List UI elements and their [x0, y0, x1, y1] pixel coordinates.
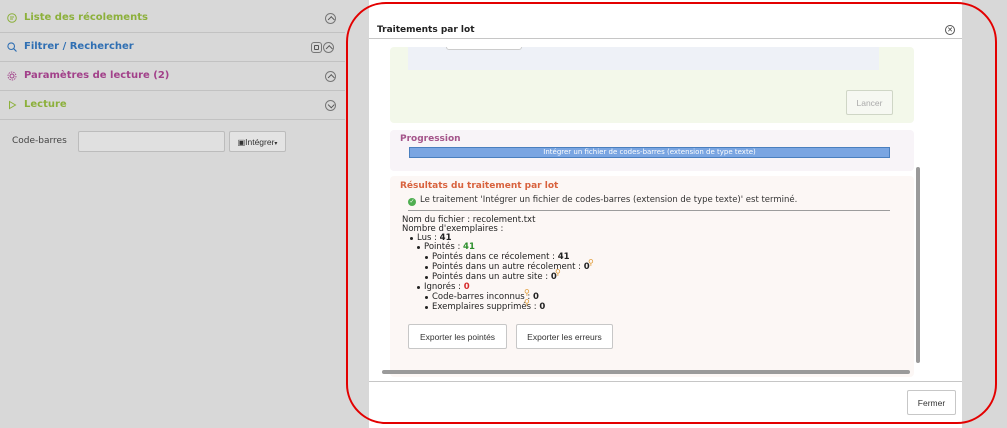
chevron-up-icon[interactable] [325, 71, 336, 82]
ignores-value: 0 [463, 282, 470, 292]
lancer-button[interactable]: Lancer [846, 90, 893, 115]
chevron-up-icon[interactable] [325, 13, 336, 24]
filter-toggle-icon[interactable] [311, 42, 322, 53]
exemplaires-supprimes-label: Exemplaires supprimés : [432, 302, 537, 312]
modal-footer: Fermer [369, 381, 962, 419]
accordion-parametres-lecture[interactable]: Paramètres de lecture (2) [0, 62, 345, 91]
magnifier-icon[interactable]: ⚲ [524, 288, 530, 297]
params-control[interactable] [446, 47, 522, 50]
code-barres-inconnus-value: 0 [532, 292, 539, 302]
chevron-down-icon[interactable] [325, 100, 336, 111]
magnifier-icon[interactable]: ⚲ [588, 258, 594, 267]
bullet [425, 306, 428, 309]
integrer-button[interactable]: ▣Intégrer▾ [229, 131, 286, 152]
list-icon [7, 13, 17, 23]
vertical-scrollbar[interactable] [916, 167, 920, 363]
modal-title: Traitements par lot [377, 25, 475, 35]
barcode-label: Code-barres [12, 136, 67, 146]
barcode-input[interactable] [78, 131, 225, 152]
bullet [425, 256, 428, 259]
batch-params-section: Lancer [390, 47, 914, 123]
modal-header: Traitements par lot ✕ [369, 17, 962, 39]
pointes-ce-recolement-value: 41 [557, 252, 570, 262]
caret-down-icon: ▾ [274, 140, 278, 147]
magnifier-icon[interactable]: ⚲ [524, 298, 530, 307]
progress-bar: Intégrer un fichier de codes-barres (ext… [409, 147, 890, 158]
code-barres-inconnus-label: Code-barres inconnus : [432, 292, 531, 302]
pointes-value: 41 [463, 242, 475, 252]
pointes-ce-recolement-item: Pointés dans ce récolement : 41 [432, 252, 570, 262]
pointes-label: Pointés : [424, 242, 461, 252]
search-icon [7, 42, 17, 52]
accordion-label: Paramètres de lecture (2) [24, 70, 170, 81]
left-pane: Liste des récolements Filtrer / Recherch… [0, 0, 369, 428]
results-section: Résultats du traitement par lot ✓ Le trai… [390, 176, 914, 377]
integrer-label: Intégrer [245, 136, 275, 147]
success-text: Le traitement 'Intégrer un fichier de co… [420, 195, 798, 205]
magnifier-icon[interactable]: ⚲ [555, 268, 561, 277]
modal-scroll-area[interactable]: Lancer Progression Intégrer un fichier d… [382, 47, 923, 377]
pointes-autre-recolement-item: Pointés dans un autre récolement : 0 [432, 262, 590, 272]
camera-icon: ▣ [237, 137, 246, 147]
chevron-up-icon[interactable] [323, 42, 334, 53]
horizontal-scrollbar[interactable] [382, 370, 910, 374]
pointes-ce-recolement-label: Pointés dans ce récolement : [432, 252, 555, 262]
results-title: Résultats du traitement par lot [400, 181, 559, 191]
modal-dialog: Traitements par lot ✕ Lancer Progression… [369, 17, 962, 419]
close-icon[interactable]: ✕ [945, 25, 955, 35]
background-right [962, 0, 1007, 428]
success-message: ✓ Le traitement 'Intégrer un fichier de c… [408, 195, 797, 206]
accordion-lecture[interactable]: Lecture [0, 91, 345, 120]
ignores-label: Ignorés : [424, 282, 462, 292]
play-icon [9, 100, 17, 110]
bullet [425, 266, 428, 269]
accordion-label: Liste des récolements [24, 12, 148, 23]
exemplaires-supprimes-value: 0 [539, 302, 546, 312]
code-barres-inconnus-item: Code-barres inconnus : 0 [432, 292, 539, 302]
progress-text: Intégrer un fichier de codes-barres (ext… [543, 148, 756, 156]
bullet [417, 286, 420, 289]
progress-section: Progression Intégrer un fichier de codes… [390, 130, 914, 171]
params-box [408, 47, 879, 70]
bullet [425, 296, 428, 299]
bullet [425, 276, 428, 279]
export-pointes-button[interactable]: Exporter les pointés [408, 324, 507, 349]
bullet [410, 237, 413, 240]
ignores-item: Ignorés : 0 [424, 282, 470, 292]
pointes-autre-site-item: Pointés dans un autre site : 0 [432, 272, 557, 282]
export-erreurs-button[interactable]: Exporter les erreurs [516, 324, 613, 349]
bullet [417, 246, 420, 249]
check-circle-icon: ✓ [408, 198, 416, 206]
accordion-liste-recolements[interactable]: Liste des récolements [0, 4, 345, 33]
accordion-filtrer-rechercher[interactable]: Filtrer / Rechercher [0, 33, 345, 62]
accordion-label: Filtrer / Rechercher [24, 41, 134, 52]
divider [408, 210, 890, 211]
progress-title: Progression [400, 134, 461, 144]
fermer-button[interactable]: Fermer [907, 390, 956, 415]
pointes-autre-site-label: Pointés dans un autre site : [432, 272, 549, 282]
pointes-item: Pointés : 41 [424, 242, 475, 252]
gear-icon [7, 71, 17, 81]
accordion-label: Lecture [24, 99, 67, 110]
